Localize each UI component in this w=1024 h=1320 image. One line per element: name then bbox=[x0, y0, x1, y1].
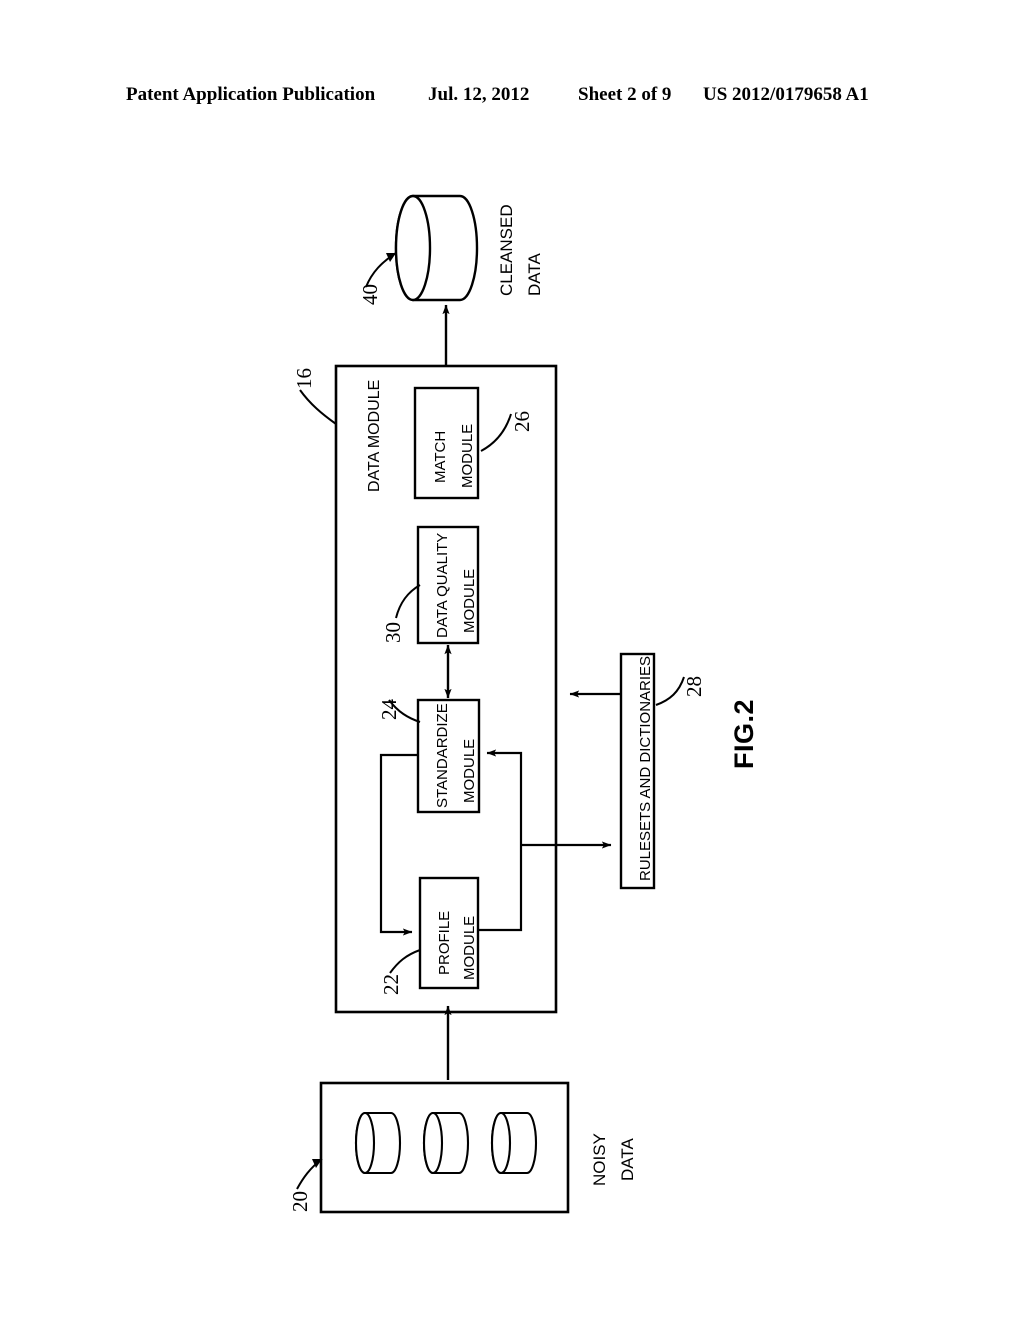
noisy-data-label-line1: NOISY bbox=[590, 1133, 609, 1186]
figure-caption: FIG.2 bbox=[729, 698, 759, 769]
noisy-data-cylinder-2 bbox=[422, 1111, 470, 1175]
noisy-data-label-line2: DATA bbox=[618, 1138, 637, 1181]
ref-numeral-28: 28 bbox=[682, 676, 706, 697]
ref-numeral-20: 20 bbox=[288, 1191, 312, 1212]
ref-numeral-16: 16 bbox=[292, 368, 316, 389]
match-module-label-line2: MODULE bbox=[459, 423, 476, 488]
standardize-module-label-line2: MODULE bbox=[461, 738, 478, 803]
profile-module-label-line1: PROFILE bbox=[436, 910, 453, 975]
ref-leader-16 bbox=[299, 389, 337, 425]
ref-leader-40 bbox=[365, 252, 397, 288]
ref-numeral-24: 24 bbox=[377, 699, 401, 720]
ref-leader-20 bbox=[296, 1158, 323, 1190]
ref-numeral-40: 40 bbox=[358, 284, 382, 305]
data-quality-module-label-line2: MODULE bbox=[461, 568, 478, 633]
standardize-module-label-line1: STANDARDIZE bbox=[434, 703, 451, 808]
cleansed-data-cylinder bbox=[394, 194, 479, 302]
figure-drawing-canvas bbox=[296, 194, 685, 1214]
ref-leader-28 bbox=[655, 676, 685, 706]
ref-numeral-30: 30 bbox=[381, 622, 405, 643]
cleansed-data-label-line2: DATA bbox=[525, 253, 544, 296]
noisy-data-cylinder-3 bbox=[490, 1111, 538, 1175]
data-quality-module-label-line1: DATA QUALITY bbox=[434, 532, 451, 638]
cleansed-data-label-line1: CLEANSED bbox=[497, 204, 516, 296]
profile-module-label-line2: MODULE bbox=[461, 915, 478, 980]
match-module-label-line1: MATCH bbox=[432, 430, 449, 483]
ref-numeral-22: 22 bbox=[379, 974, 403, 995]
noisy-data-cylinder-1 bbox=[354, 1111, 402, 1175]
ref-numeral-26: 26 bbox=[510, 411, 534, 432]
rulesets-dictionaries-label: RULESETS AND DICTIONARIES bbox=[637, 655, 654, 881]
data-module-label: DATA MODULE bbox=[366, 379, 383, 492]
patent-figure-2: CLEANSED DATA 40 DATA MODULE 16 MATCH MO… bbox=[0, 0, 1024, 1320]
